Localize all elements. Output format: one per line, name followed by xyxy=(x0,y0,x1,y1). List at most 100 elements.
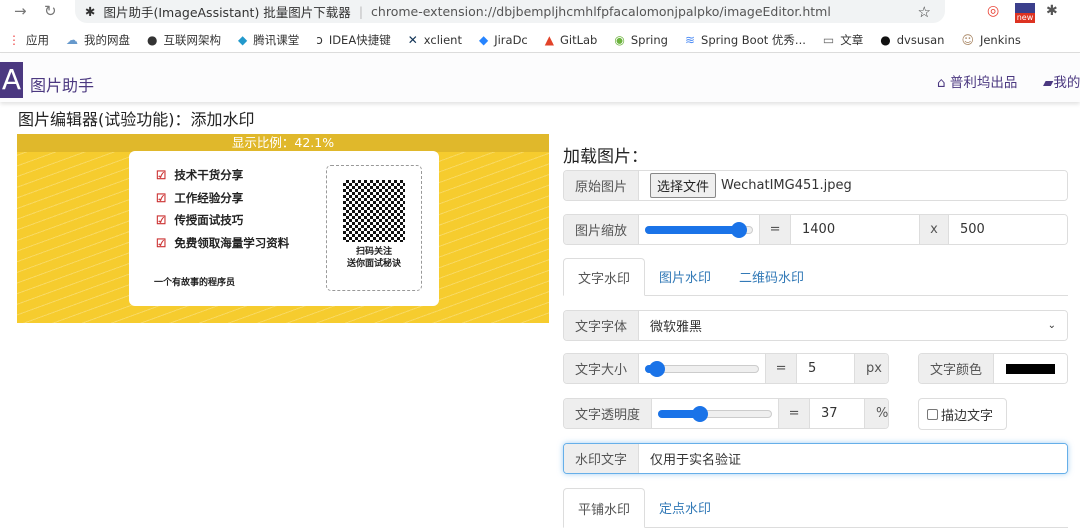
bookmark-label: 腾讯课堂 xyxy=(253,32,300,47)
color-swatch xyxy=(1006,363,1055,374)
watermark-text-group: 水印文字 xyxy=(563,443,1068,474)
address-bar[interactable]: ✱ 图片助手(ImageAssistant) 批量图片下载器 | chrome-… xyxy=(75,0,945,23)
star-icon[interactable]: ☆ xyxy=(918,3,931,21)
color-label: 文字颜色 xyxy=(919,354,995,383)
tab-title: 图片助手(ImageAssistant) 批量图片下载器 xyxy=(103,5,351,20)
bookmark-item[interactable]: ◆ JiraDc xyxy=(479,33,528,47)
bookmark-item[interactable]: ▲ GitLab xyxy=(545,33,598,47)
size-label: 文字大小 xyxy=(564,354,640,383)
bookmarks-bar: (function(){var d=JSON.parse(document.ge… xyxy=(0,27,1080,53)
checkbox-icon: ☑ xyxy=(156,213,167,227)
globe-icon: ● xyxy=(147,32,158,47)
bookmark-item[interactable]: ⋮ 应用 xyxy=(8,32,49,48)
bookmark-item[interactable]: ◉ Spring xyxy=(614,33,668,47)
preview-item: ☑ 传授面试技巧 xyxy=(156,213,244,227)
forward-icon[interactable]: → xyxy=(14,2,27,20)
tab-fixed-watermark[interactable]: 定点水印 xyxy=(645,488,725,527)
font-selected: 微软雅黑 xyxy=(650,320,703,335)
idea-icon: ↄ xyxy=(316,32,323,47)
qr-code-icon xyxy=(343,180,405,242)
scale-slider[interactable] xyxy=(639,215,760,244)
extensions-icon[interactable]: ✱ xyxy=(1046,3,1058,19)
tab-qrcode-watermark[interactable]: 二维码水印 xyxy=(725,258,818,295)
qr-caption: 扫码关注 xyxy=(355,247,392,257)
bookmark-item[interactable]: ✕ xclient xyxy=(408,33,462,47)
tab-tiled-watermark[interactable]: 平铺水印 xyxy=(563,488,646,528)
bookmark-label: dvsusan xyxy=(896,32,945,47)
size-unit: px xyxy=(854,354,888,383)
app-brand[interactable]: 图片助手 xyxy=(30,72,94,96)
checkbox[interactable] xyxy=(927,408,938,420)
watermark-text-label: 水印文字 xyxy=(564,444,640,473)
stroke-text-label: 描边文字 xyxy=(941,408,994,424)
size-slider[interactable] xyxy=(639,354,766,383)
bookmark-item[interactable]: ☁ 我的网盘 xyxy=(66,32,130,48)
bookmark-item[interactable]: ☺ Jenkins xyxy=(961,33,1020,47)
nav-mine[interactable]: ▰我的 xyxy=(1043,71,1080,91)
color-picker[interactable] xyxy=(994,354,1067,383)
slider-thumb[interactable] xyxy=(731,221,748,238)
jenkins-icon: ☺ xyxy=(961,32,974,47)
qr-box: 扫码关注送你面试秘诀 xyxy=(326,165,422,291)
tab-text-watermark[interactable]: 文字水印 xyxy=(563,258,646,296)
nav-home-label: 普利坞出品 xyxy=(949,75,1018,91)
preview-tagline: 一个有故事的程序员 xyxy=(154,278,236,288)
file-name: WechatIMG451.jpeg xyxy=(721,178,852,193)
watermark-text-input[interactable] xyxy=(639,444,1067,473)
bookmark-label: Spring xyxy=(630,32,668,47)
bookmark-label: 应用 xyxy=(26,32,49,47)
bookmark-item[interactable]: ● 互联网架构 xyxy=(147,32,221,48)
bookmark-label: IDEA快捷键 xyxy=(328,32,391,47)
bookmark-label: JiraDc xyxy=(494,32,528,47)
font-group: 文字字体 微软雅黑 ⌄ xyxy=(563,310,1068,341)
ext-new-icon[interactable]: new xyxy=(1015,3,1035,23)
watermark-type-tabs: 文字水印 图片水印 二维码水印 xyxy=(563,258,1068,296)
bookmark-label: GitLab xyxy=(559,32,598,47)
bookmark-item[interactable]: ≋ Spring Boot 优秀... xyxy=(685,32,806,48)
font-label: 文字字体 xyxy=(564,311,640,340)
bookmark-item[interactable]: ▭ 文章 xyxy=(823,32,863,48)
stroke-text-checkbox[interactable]: 描边文字 xyxy=(918,398,1007,430)
bookmark-label: 互联网架构 xyxy=(163,32,221,47)
x-icon: ✕ xyxy=(407,32,418,47)
bookmark-label: Jenkins xyxy=(979,32,1021,47)
tab-image-watermark[interactable]: 图片水印 xyxy=(645,258,725,295)
bookmark-item[interactable]: ◆ 腾讯课堂 xyxy=(238,32,299,48)
width-input[interactable] xyxy=(791,215,920,244)
checkbox-icon: ☑ xyxy=(156,236,167,250)
font-select[interactable]: 微软雅黑 ⌄ xyxy=(639,311,1067,340)
opacity-unit: % xyxy=(864,399,888,428)
size-group: 文字大小 = px xyxy=(563,353,889,384)
bookmark-item[interactable]: ↄ IDEA快捷键 xyxy=(316,32,390,48)
chrome-ext-icon[interactable]: ◎ xyxy=(987,3,999,19)
opacity-slider[interactable] xyxy=(652,399,779,428)
size-input[interactable] xyxy=(797,354,855,383)
folder-icon: ▭ xyxy=(822,32,835,47)
zoom-ratio-label: 显示比例：42.1% xyxy=(17,134,549,152)
slider-thumb[interactable] xyxy=(692,405,709,422)
bookmark-label: xclient xyxy=(423,32,462,47)
app-header: A 图片助手 ⌂ 普利坞出品 ▰我的 xyxy=(0,54,1080,102)
original-image-group: 原始图片 选择文件 WechatIMG451.jpeg xyxy=(563,170,1068,201)
times-label: x xyxy=(919,215,950,244)
bookmark-label: Spring Boot 优秀... xyxy=(701,32,806,47)
bookmark-label: 我的网盘 xyxy=(84,32,130,47)
watermark-mode-tabs: 平铺水印 定点水印 xyxy=(563,488,1068,528)
spring-icon: ◉ xyxy=(614,32,625,47)
opacity-group: 文字透明度 = % xyxy=(563,398,889,429)
height-input[interactable] xyxy=(949,215,1067,244)
checkbox-icon: ☑ xyxy=(156,168,167,182)
nav-home[interactable]: ⌂ 普利坞出品 xyxy=(937,71,1017,91)
chevron-down-icon: ⌄ xyxy=(1047,320,1056,331)
reload-icon[interactable]: ↻ xyxy=(44,2,57,20)
slider-thumb[interactable] xyxy=(649,360,666,377)
puzzle-icon: ✱ xyxy=(85,4,96,19)
file-input[interactable]: 选择文件 WechatIMG451.jpeg xyxy=(639,171,1067,200)
bookmark-item[interactable]: ● dvsusan xyxy=(880,33,944,47)
image-preview[interactable]: 显示比例：42.1% ☑ 技术干货分享 ☑ 工作经验分享 ☑ 传授面试技巧 ☑ 免费领取… xyxy=(17,134,549,323)
choose-file-button[interactable]: 选择文件 xyxy=(650,173,717,198)
preview-item: ☑ 技术干货分享 xyxy=(156,168,244,182)
bookmark-label: 文章 xyxy=(840,32,864,47)
qr-caption: 送你面试秘诀 xyxy=(346,259,401,269)
opacity-input[interactable] xyxy=(810,399,865,428)
